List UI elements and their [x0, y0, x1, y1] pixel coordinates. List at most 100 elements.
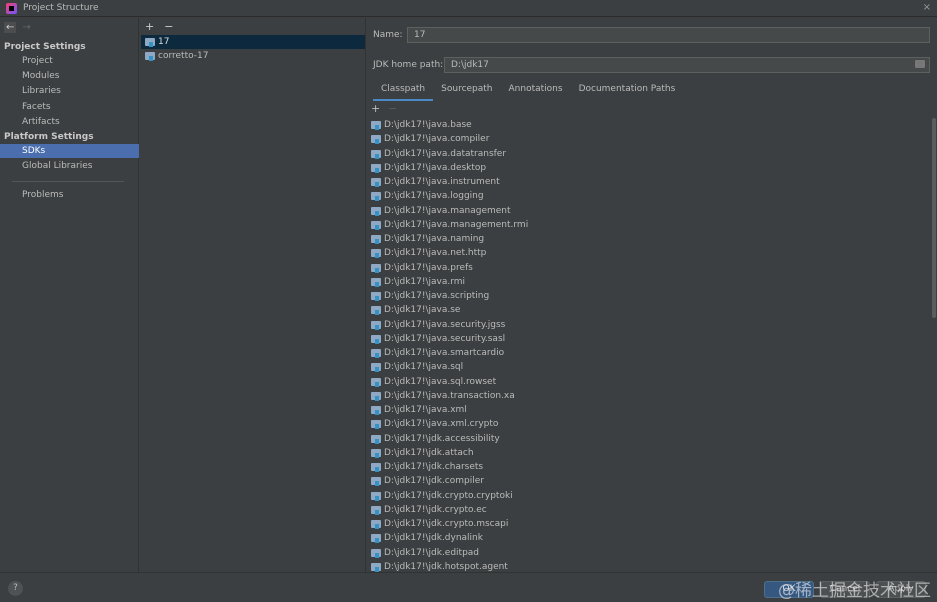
classpath-item[interactable]: D:\jdk17!\java.base	[371, 118, 528, 132]
sdk-item[interactable]: 17	[141, 35, 365, 49]
classpath-item[interactable]: D:\jdk17!\java.se	[371, 303, 528, 317]
folder-icon	[145, 52, 155, 60]
title-bar: Project Structure ×	[0, 0, 937, 17]
folder-icon	[371, 477, 381, 485]
classpath-label: D:\jdk17!\java.management.rmi	[384, 220, 528, 230]
classpath-item[interactable]: D:\jdk17!\jdk.dynalink	[371, 531, 528, 545]
sidebar-item-sdks[interactable]: SDKs	[0, 144, 139, 158]
folder-icon	[371, 492, 381, 500]
classpath-item[interactable]: D:\jdk17!\java.instrument	[371, 175, 528, 189]
forward-button[interactable]: →	[22, 22, 30, 33]
classpath-label: D:\jdk17!\jdk.attach	[384, 448, 474, 458]
classpath-item[interactable]: D:\jdk17!\jdk.accessibility	[371, 432, 528, 446]
classpath-label: D:\jdk17!\jdk.compiler	[384, 476, 484, 486]
tab-sourcepath[interactable]: Sourcepath	[433, 82, 500, 101]
sidebar-item-problems[interactable]: Problems	[0, 188, 139, 202]
classpath-item[interactable]: D:\jdk17!\java.xml	[371, 403, 528, 417]
folder-icon	[371, 449, 381, 457]
classpath-label: D:\jdk17!\jdk.charsets	[384, 462, 483, 472]
sdk-detail-panel: Name: 17 JDK home path: D:\jdk17 Classpa…	[367, 18, 937, 572]
classpath-item[interactable]: D:\jdk17!\jdk.crypto.mscapi	[371, 517, 528, 531]
sidebar: ←→ Project Settings Project Modules Libr…	[0, 18, 139, 572]
remove-sdk-button[interactable]: −	[164, 20, 173, 33]
classpath-item[interactable]: D:\jdk17!\jdk.attach	[371, 446, 528, 460]
classpath-label: D:\jdk17!\java.prefs	[384, 263, 473, 273]
sdk-list-panel: +− 17 corretto-17	[140, 18, 366, 572]
classpath-label: D:\jdk17!\java.transaction.xa	[384, 391, 515, 401]
tab-documentation-paths[interactable]: Documentation Paths	[571, 82, 684, 101]
folder-icon	[371, 349, 381, 357]
folder-icon	[145, 38, 155, 46]
classpath-item[interactable]: D:\jdk17!\jdk.crypto.cryptoki	[371, 489, 528, 503]
section-platform-settings: Platform Settings	[4, 132, 94, 142]
classpath-label: D:\jdk17!\jdk.editpad	[384, 548, 479, 558]
classpath-item[interactable]: D:\jdk17!\java.desktop	[371, 161, 528, 175]
sdk-item[interactable]: corretto-17	[141, 49, 365, 63]
classpath-item[interactable]: D:\jdk17!\jdk.crypto.ec	[371, 503, 528, 517]
classpath-item[interactable]: D:\jdk17!\java.management	[371, 204, 528, 218]
classpath-label: D:\jdk17!\java.sql	[384, 362, 463, 372]
classpath-label: D:\jdk17!\java.datatransfer	[384, 149, 506, 159]
classpath-label: D:\jdk17!\java.rmi	[384, 277, 465, 287]
classpath-label: D:\jdk17!\java.smartcardio	[384, 348, 504, 358]
classpath-label: D:\jdk17!\java.management	[384, 206, 511, 216]
sidebar-item-libraries[interactable]: Libraries	[0, 84, 139, 98]
classpath-item[interactable]: D:\jdk17!\java.compiler	[371, 132, 528, 146]
classpath-label: D:\jdk17!\jdk.hotspot.agent	[384, 562, 508, 572]
classpath-item[interactable]: D:\jdk17!\java.security.jgss	[371, 318, 528, 332]
folder-icon	[371, 335, 381, 343]
classpath-item[interactable]: D:\jdk17!\java.prefs	[371, 261, 528, 275]
classpath-item[interactable]: D:\jdk17!\java.xml.crypto	[371, 417, 528, 431]
folder-icon	[371, 178, 381, 186]
sidebar-item-facets[interactable]: Facets	[0, 100, 139, 114]
classpath-item[interactable]: D:\jdk17!\java.rmi	[371, 275, 528, 289]
classpath-item[interactable]: D:\jdk17!\java.security.sasl	[371, 332, 528, 346]
tab-annotations[interactable]: Annotations	[501, 82, 571, 101]
folder-icon	[371, 278, 381, 286]
close-icon[interactable]: ×	[923, 2, 931, 13]
name-input[interactable]: 17	[407, 27, 930, 43]
help-button[interactable]: ?	[8, 581, 23, 596]
classpath-item[interactable]: D:\jdk17!\jdk.editpad	[371, 546, 528, 560]
sidebar-item-project[interactable]: Project	[0, 54, 139, 68]
classpath-item[interactable]: D:\jdk17!\java.scripting	[371, 289, 528, 303]
remove-path-button[interactable]: −	[388, 102, 397, 115]
sidebar-item-global-libraries[interactable]: Global Libraries	[0, 159, 139, 173]
add-sdk-button[interactable]: +	[145, 20, 154, 33]
back-button[interactable]: ←	[4, 22, 16, 33]
browse-folder-icon[interactable]	[915, 60, 925, 68]
classpath-item[interactable]: D:\jdk17!\java.sql.rowset	[371, 375, 528, 389]
jdk-home-input[interactable]: D:\jdk17	[444, 57, 930, 73]
classpath-item[interactable]: D:\jdk17!\java.net.http	[371, 246, 528, 260]
classpath-item[interactable]: D:\jdk17!\java.smartcardio	[371, 346, 528, 360]
folder-icon	[371, 392, 381, 400]
classpath-label: D:\jdk17!\jdk.crypto.cryptoki	[384, 491, 513, 501]
folder-icon	[371, 363, 381, 371]
footer: ? OK Cancel Apply @稀土掘金技术社区	[0, 572, 937, 602]
classpath-label: D:\jdk17!\java.compiler	[384, 134, 489, 144]
intellij-logo-icon	[6, 3, 17, 14]
classpath-item[interactable]: D:\jdk17!\jdk.compiler	[371, 474, 528, 488]
classpath-item[interactable]: D:\jdk17!\java.management.rmi	[371, 218, 528, 232]
tab-classpath[interactable]: Classpath	[373, 82, 433, 101]
classpath-item[interactable]: D:\jdk17!\java.naming	[371, 232, 528, 246]
sidebar-item-artifacts[interactable]: Artifacts	[0, 115, 139, 129]
classpath-label: D:\jdk17!\jdk.crypto.mscapi	[384, 519, 508, 529]
sidebar-item-modules[interactable]: Modules	[0, 69, 139, 83]
classpath-item[interactable]: D:\jdk17!\java.transaction.xa	[371, 389, 528, 403]
classpath-item[interactable]: D:\jdk17!\jdk.charsets	[371, 460, 528, 474]
folder-icon	[371, 463, 381, 471]
folder-icon	[371, 406, 381, 414]
folder-icon	[371, 121, 381, 129]
folder-icon	[371, 549, 381, 557]
classpath-item[interactable]: D:\jdk17!\java.sql	[371, 360, 528, 374]
classpath-label: D:\jdk17!\java.net.http	[384, 248, 486, 258]
folder-icon	[371, 150, 381, 158]
classpath-item[interactable]: D:\jdk17!\java.logging	[371, 189, 528, 203]
scrollbar[interactable]	[932, 118, 936, 318]
classpath-label: D:\jdk17!\jdk.crypto.ec	[384, 505, 487, 515]
add-path-button[interactable]: +	[371, 102, 380, 115]
folder-icon	[371, 164, 381, 172]
folder-icon	[371, 563, 381, 571]
classpath-item[interactable]: D:\jdk17!\java.datatransfer	[371, 147, 528, 161]
